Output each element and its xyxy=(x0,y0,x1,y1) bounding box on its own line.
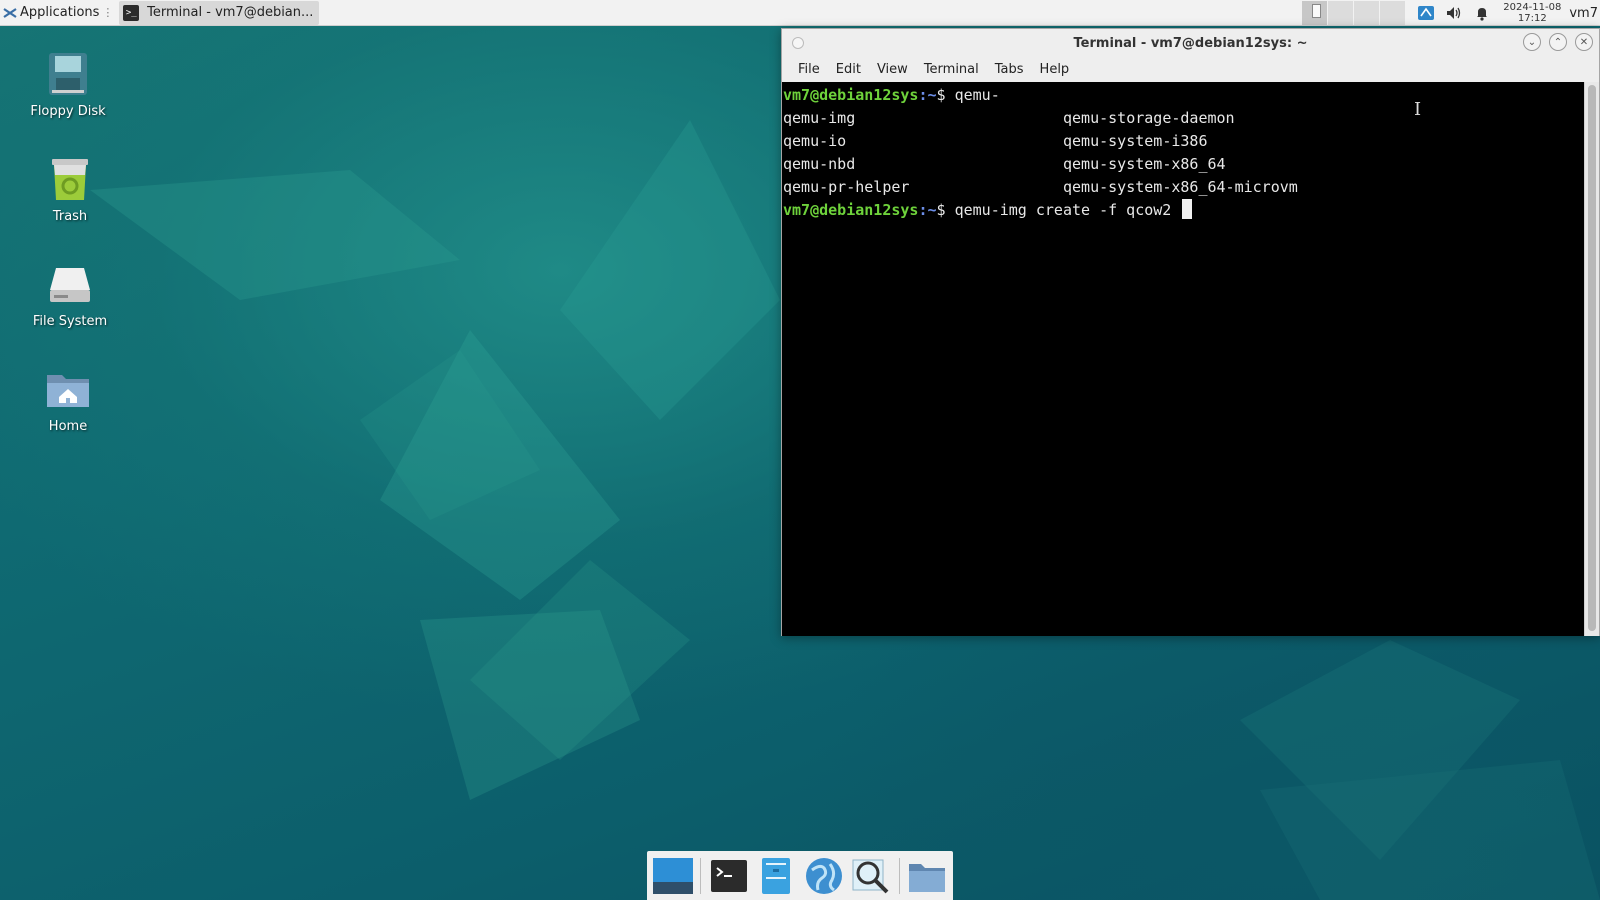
panel-right: 2024-11-08 17:12 vm7 xyxy=(1301,0,1600,26)
completion-item: qemu-nbd xyxy=(783,155,856,173)
desktop-icon-home[interactable]: Home xyxy=(13,365,123,434)
workspace-2[interactable] xyxy=(1328,1,1354,25)
command-text: qemu-img create -f qcow2 xyxy=(954,201,1172,219)
mouse-ibeam-icon: I xyxy=(1414,99,1422,120)
desktop-icon-label: Home xyxy=(48,419,88,434)
menu-terminal[interactable]: Terminal xyxy=(916,60,987,79)
dock-terminal[interactable] xyxy=(707,853,750,899)
maximize-button[interactable]: ⌃ xyxy=(1549,33,1567,51)
workspace-3[interactable] xyxy=(1354,1,1380,25)
chevron-up-icon: ⌃ xyxy=(1553,36,1563,48)
prompt-symbol: $ xyxy=(936,86,946,104)
web-browser-icon xyxy=(805,857,842,894)
command-text: qemu- xyxy=(954,86,1000,104)
floppy-disk-icon xyxy=(49,53,87,95)
terminal-scrollbar[interactable] xyxy=(1584,82,1599,636)
workspace-4[interactable] xyxy=(1380,1,1406,25)
completion-item: qemu-system-x86_64 xyxy=(1063,155,1226,173)
bottom-dock xyxy=(647,851,953,900)
xfce-logo-icon xyxy=(3,7,17,18)
completion-row: qemu-img qemu-storage-daemon xyxy=(783,107,1585,130)
dock-separator xyxy=(898,857,900,894)
window-titlebar[interactable]: Terminal - vm7@debian12sys: ~ ⌄ ⌃ ✕ xyxy=(782,29,1599,57)
minimize-button[interactable]: ⌄ xyxy=(1523,33,1541,51)
drive-icon xyxy=(50,268,90,302)
window-controls: ⌄ ⌃ ✕ xyxy=(1523,33,1593,51)
terminal-icon xyxy=(710,859,747,892)
trash-icon xyxy=(52,159,88,200)
system-tray xyxy=(1417,4,1491,22)
completion-item: qemu-pr-helper xyxy=(783,178,910,196)
window-menu-button[interactable] xyxy=(792,37,804,49)
home-folder-icon xyxy=(47,375,89,407)
workspace-1[interactable] xyxy=(1302,1,1328,25)
terminal-menubar: File Edit View Terminal Tabs Help xyxy=(782,57,1599,81)
menu-separator-icon: ⋮ xyxy=(102,6,114,19)
network-icon[interactable] xyxy=(1417,4,1435,22)
applications-label: Applications xyxy=(20,5,100,20)
terminal-icon: >_ xyxy=(123,4,140,21)
scrollbar-thumb[interactable] xyxy=(1588,85,1596,631)
taskbar-terminal-button[interactable]: >_ Terminal - vm7@debian... xyxy=(119,0,320,25)
desktop-icon-label: File System xyxy=(32,314,108,329)
volume-icon[interactable] xyxy=(1445,4,1463,22)
prompt-path: :~ xyxy=(918,86,937,104)
file-manager-icon xyxy=(762,857,791,894)
menu-file[interactable]: File xyxy=(790,60,828,79)
chevron-down-icon: ⌄ xyxy=(1527,36,1537,48)
notification-bell-icon[interactable] xyxy=(1473,4,1491,22)
completion-item: qemu-system-i386 xyxy=(1063,132,1208,150)
prompt-line: vm7@debian12sys:~$ qemu-img create -f qc… xyxy=(783,199,1585,222)
menu-tabs[interactable]: Tabs xyxy=(987,60,1032,79)
dock-separator xyxy=(700,857,702,894)
show-desktop-icon xyxy=(652,857,693,894)
clock-time: 17:12 xyxy=(1517,13,1547,24)
completion-item: qemu-storage-daemon xyxy=(1063,109,1235,127)
prompt-user: vm7@debian12sys xyxy=(783,86,919,104)
terminal-output[interactable]: vm7@debian12sys:~$ qemu- qemu-img qemu-st… xyxy=(782,82,1585,636)
completion-row: qemu-io qemu-system-i386 xyxy=(783,130,1585,153)
dock-app-finder[interactable] xyxy=(849,853,892,899)
text-cursor xyxy=(1182,199,1193,219)
app-finder-icon xyxy=(852,859,889,893)
close-icon: ✕ xyxy=(1579,36,1589,48)
completion-item: qemu-system-x86_64-microvm xyxy=(1063,178,1298,196)
applications-menu[interactable]: Applications ⋮ xyxy=(0,0,117,26)
terminal-window: Terminal - vm7@debian12sys: ~ ⌄ ⌃ ✕ File… xyxy=(781,28,1600,636)
prompt-user: vm7@debian12sys xyxy=(783,201,919,219)
dock-web-browser[interactable] xyxy=(802,853,845,899)
dock-folder[interactable] xyxy=(906,853,949,899)
close-button[interactable]: ✕ xyxy=(1575,33,1593,51)
workspace-window-thumbnail xyxy=(1312,4,1322,18)
desktop-icon-label: Trash xyxy=(52,209,88,224)
menu-edit[interactable]: Edit xyxy=(828,60,869,79)
desktop-icon-floppy-disk[interactable]: Floppy Disk xyxy=(13,50,123,119)
menu-view[interactable]: View xyxy=(869,60,916,79)
clock-date: 2024-11-08 xyxy=(1503,2,1562,13)
panel-clock[interactable]: 2024-11-08 17:12 xyxy=(1503,2,1561,24)
completion-item: qemu-img xyxy=(783,109,856,127)
prompt-path: :~ xyxy=(918,201,937,219)
menu-help[interactable]: Help xyxy=(1032,60,1078,79)
folder-icon xyxy=(909,863,946,892)
prompt-symbol: $ xyxy=(936,201,946,219)
desktop-icon-label: Floppy Disk xyxy=(30,104,106,119)
desktop-icon-trash[interactable]: Trash xyxy=(15,155,125,224)
top-panel: Applications ⋮ >_ Terminal - vm7@debian.… xyxy=(0,0,1600,26)
completion-item: qemu-io xyxy=(783,132,847,150)
desktop-icon-file-system[interactable]: File System xyxy=(15,260,125,329)
dock-show-desktop[interactable] xyxy=(651,853,694,899)
dock-file-manager[interactable] xyxy=(755,853,798,899)
taskbar-window-title: Terminal - vm7@debian... xyxy=(147,5,314,20)
user-menu[interactable]: vm7 xyxy=(1569,6,1600,21)
completion-row: qemu-nbd qemu-system-x86_64 xyxy=(783,153,1585,176)
prompt-line: vm7@debian12sys:~$ qemu- xyxy=(783,84,1585,107)
window-title: Terminal - vm7@debian12sys: ~ xyxy=(1073,35,1308,51)
completion-row: qemu-pr-helper qemu-system-x86_64-microvm xyxy=(783,176,1585,199)
